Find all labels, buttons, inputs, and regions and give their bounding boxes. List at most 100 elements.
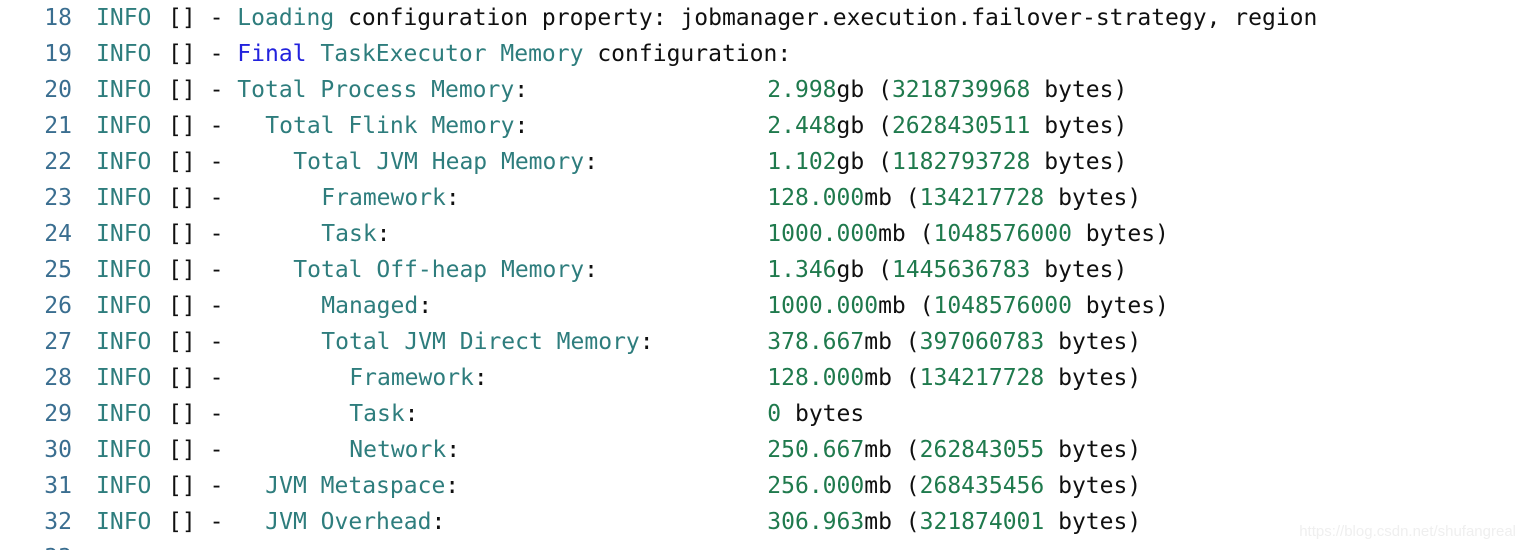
open-paren: ( xyxy=(864,257,892,283)
metric-label: JVM Overhead xyxy=(265,509,432,535)
metric-label-cell: Task: xyxy=(237,216,767,252)
close-paren: ) xyxy=(1113,257,1128,283)
logger-brackets: [] xyxy=(168,365,196,391)
log-level: INFO xyxy=(96,365,152,391)
metric-value-cell: 306.963mb (321874001 bytes) xyxy=(767,504,1141,540)
logger-brackets: [] xyxy=(168,329,196,355)
log-line: 26 INFO[] - Managed: 1000.000mb (104857600… xyxy=(0,288,1524,324)
close-paren: ) xyxy=(1155,221,1169,247)
metric-label: Total JVM Direct Memory xyxy=(321,329,640,355)
log-level: INFO xyxy=(96,509,152,535)
metric-value-unit: gb xyxy=(836,257,865,283)
log-line-list: 18 INFO [] - Loading configuration propert… xyxy=(0,0,1524,550)
log-level: INFO xyxy=(96,293,152,319)
message-keyword: Loading xyxy=(237,5,335,31)
open-paren: ( xyxy=(891,437,920,463)
open-paren: ( xyxy=(891,509,920,535)
logger-brackets: [] xyxy=(168,257,196,283)
metric-value-number: 1000.000 xyxy=(767,221,879,247)
line-number: 22 xyxy=(44,149,72,175)
line-number: 25 xyxy=(44,257,72,283)
metric-label-cell: Framework: xyxy=(237,360,767,396)
label-colon: : xyxy=(446,437,461,463)
metric-label-cell: JVM Overhead: xyxy=(237,504,767,540)
logger-brackets: [] xyxy=(168,221,196,247)
logger-brackets: [] xyxy=(168,437,196,463)
metric-bytes-number: 1048576000 xyxy=(933,221,1072,247)
message-text: configuration: xyxy=(583,41,792,67)
separator-dash: - xyxy=(209,437,224,463)
metric-bytes-unit: bytes xyxy=(1044,185,1128,211)
label-colon: : xyxy=(514,113,529,139)
line-number: 20 xyxy=(44,77,72,103)
line-number: 18 xyxy=(44,5,72,31)
metric-label: Total JVM Heap Memory xyxy=(293,149,585,175)
metric-bytes-number: 3218739968 xyxy=(891,77,1031,103)
line-number: 32 xyxy=(44,509,72,535)
metric-value-number: 378.667 xyxy=(767,329,865,355)
close-paren: ) xyxy=(1155,293,1169,319)
metric-label: JVM Metaspace xyxy=(265,473,446,499)
line-number: 19 xyxy=(44,41,72,67)
metric-value-unit: mb xyxy=(864,473,892,499)
separator-dash: - xyxy=(209,5,224,31)
metric-label-cell: Total JVM Direct Memory: xyxy=(237,324,767,360)
log-line: 30 INFO[] - Network: 250.667mb (262843055 … xyxy=(0,432,1524,468)
metric-value-cell: 1.346gb (1445636783 bytes) xyxy=(767,252,1127,288)
open-paren: ( xyxy=(891,185,920,211)
metric-bytes-unit: bytes xyxy=(781,401,865,427)
logger-brackets: [] xyxy=(168,293,196,319)
metric-bytes-number: 134217728 xyxy=(919,185,1045,211)
label-colon: : xyxy=(445,473,460,499)
logger-brackets: [] xyxy=(168,149,196,175)
metric-bytes-number: 321874001 xyxy=(919,509,1045,535)
metric-label: Total Flink Memory xyxy=(265,113,515,139)
log-line: 28 INFO[] - Framework: 128.000mb (13421772… xyxy=(0,360,1524,396)
line-number: 27 xyxy=(44,329,72,355)
log-level: INFO xyxy=(96,401,152,427)
open-paren: ( xyxy=(905,221,934,247)
metric-bytes-number: 2628430511 xyxy=(891,113,1031,139)
metric-bytes-number: 262843055 xyxy=(919,437,1045,463)
log-line: 27 INFO[] - Total JVM Direct Memory: 378.6… xyxy=(0,324,1524,360)
log-line: 23 INFO[] - Framework: 128.000mb (13421772… xyxy=(0,180,1524,216)
open-paren: ( xyxy=(891,473,920,499)
metric-value-number: 128.000 xyxy=(767,185,865,211)
metric-value-cell: 2.998gb (3218739968 bytes) xyxy=(767,72,1127,108)
metric-value-unit: gb xyxy=(836,113,865,139)
metric-value-unit: mb xyxy=(864,365,892,391)
metric-value-number: 1.346 xyxy=(767,257,837,283)
metric-bytes-number: 1445636783 xyxy=(891,257,1031,283)
open-paren: ( xyxy=(864,77,892,103)
metric-value-cell: 1000.000mb (1048576000 bytes) xyxy=(767,216,1169,252)
log-level: INFO xyxy=(96,257,152,283)
metric-value-unit: mb xyxy=(864,437,892,463)
metric-label-cell: Framework: xyxy=(237,180,767,216)
metric-value-number: 250.667 xyxy=(767,437,865,463)
logger-brackets: [] xyxy=(168,5,196,31)
open-paren: ( xyxy=(891,365,920,391)
log-line: 25 INFO[] - Total Off-heap Memory: 1.346gb… xyxy=(0,252,1524,288)
log-level: INFO xyxy=(96,77,152,103)
line-number: 24 xyxy=(44,221,72,247)
metric-label-cell: Managed: xyxy=(237,288,767,324)
label-colon: : xyxy=(584,149,598,175)
open-paren: ( xyxy=(905,293,934,319)
label-colon: : xyxy=(376,221,391,247)
watermark: https://blog.csdn.net/shufangreal xyxy=(1299,523,1516,540)
